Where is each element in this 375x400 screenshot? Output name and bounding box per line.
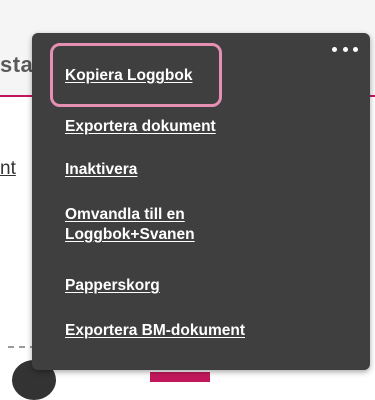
menu-item-papperskorg[interactable]: Papperskorg (65, 276, 160, 296)
menu-item-exportera-bm-dokument[interactable]: Exportera BM-dokument (65, 321, 245, 341)
accent-bar (150, 372, 210, 382)
dot (353, 46, 358, 52)
menu-item-omvandla[interactable]: Omvandla till en Loggbok+Svanen (65, 205, 265, 245)
menu-item-kopiera-loggbok[interactable]: Kopiera Loggbok (65, 66, 192, 86)
actions-menu: Kopiera Loggbok Exportera dokument Inakt… (32, 33, 370, 370)
menu-item-inaktivera[interactable]: Inaktivera (65, 160, 137, 180)
more-horizontal-icon[interactable] (332, 43, 358, 55)
page-link-fragment[interactable]: nt (0, 158, 16, 180)
dot (342, 46, 348, 52)
menu-item-exportera-dokument[interactable]: Exportera dokument (65, 117, 216, 137)
page-heading-fragment: sta (0, 52, 34, 77)
dot (332, 46, 337, 52)
